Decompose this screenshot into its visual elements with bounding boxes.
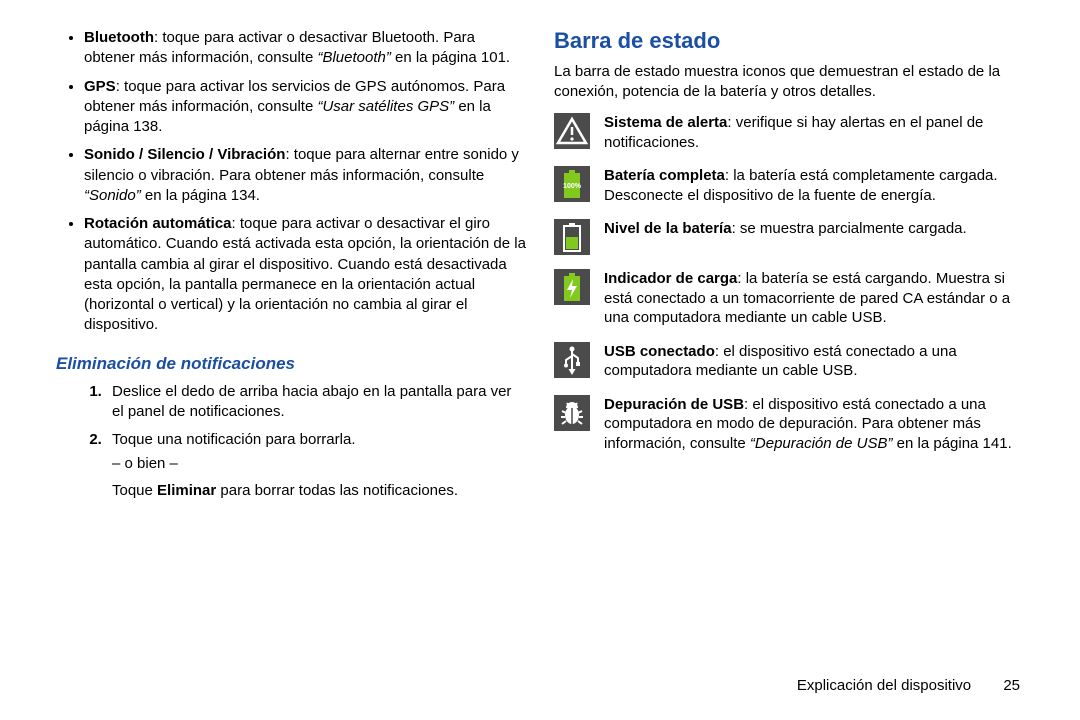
or-divider: – o bien – [112,454,526,474]
right-column: Barra de estado La barra de estado muest… [554,28,1024,509]
step-text: Toque una notificación para borrarla. [112,431,356,448]
svg-text:100%: 100% [563,183,582,190]
bullet-reference: “Usar satélites GPS” [317,98,454,115]
bug-icon [554,395,590,431]
page-footer: Explicación del dispositivo 25 [797,677,1020,694]
status-row-usb-debug: Depuración de USB: el dispositivo está c… [554,395,1024,454]
status-title: Depuración de USB [604,396,744,413]
list-item: Sonido / Silencio / Vibración: toque par… [84,145,526,206]
step-text: Toque [112,482,157,499]
bullet-title: Sonido / Silencio / Vibración [84,146,285,163]
bullet-text: en la página 134. [141,187,260,204]
alert-triangle-icon [554,113,590,149]
status-title: Indicador de carga [604,270,737,287]
step-text: para borrar todas las notificaciones. [216,482,458,499]
bullet-text: : toque para activar o desactivar el gir… [84,215,526,333]
steps-list: Deslice el dedo de arriba hacia abajo en… [56,382,526,501]
status-row-battery-full: 100% Batería completa: la batería está c… [554,166,1024,205]
footer-section-label: Explicación del dispositivo [797,677,971,694]
bullet-reference: “Bluetooth” [317,49,390,66]
list-item: Rotación automática: toque para activar … [84,214,526,336]
step-text: Deslice el dedo de arriba hacia abajo en… [112,383,511,420]
status-text: Depuración de USB: el dispositivo está c… [604,395,1024,454]
status-title: Batería completa [604,167,725,184]
step-text-bold: Eliminar [157,482,216,499]
heading-barra-de-estado: Barra de estado [554,28,1024,54]
settings-bullet-list: Bluetooth : toque para activar o desactiv… [56,28,526,336]
status-row-battery-level: Nivel de la batería: se muestra parcialm… [554,219,1024,255]
footer-page-number: 25 [1003,677,1020,694]
left-column: Bluetooth : toque para activar o desactiv… [56,28,526,509]
usb-icon [554,342,590,378]
status-text: Indicador de carga: la batería se está c… [604,269,1024,328]
bullet-text: en la página 101. [391,49,510,66]
list-item: Bluetooth: toque para activar o desactiv… [84,28,526,69]
status-title: USB conectado [604,343,715,360]
battery-charging-icon [554,269,590,305]
status-text: Sistema de alerta: verifique si hay aler… [604,113,1024,152]
step-item: Deslice el dedo de arriba hacia abajo en… [106,382,526,423]
status-row-alert: Sistema de alerta: verifique si hay aler… [554,113,1024,152]
status-text: USB conectado: el dispositivo está conec… [604,342,1024,381]
status-row-usb: USB conectado: el dispositivo está conec… [554,342,1024,381]
battery-full-icon: 100% [554,166,590,202]
status-text: Batería completa: la batería está comple… [604,166,1024,205]
bullet-reference: “Sonido” [84,187,141,204]
bullet-title: Rotación automática [84,215,232,232]
bullet-title: GPS [84,78,116,95]
manual-page: Bluetooth : toque para activar o desactiv… [0,0,1080,519]
list-item: GPS: toque para activar los servicios de… [84,77,526,138]
status-row-charging: Indicador de carga: la batería se está c… [554,269,1024,328]
lead-paragraph: La barra de estado muestra iconos que de… [554,62,1024,101]
status-text: Nivel de la batería: se muestra parcialm… [604,219,967,239]
status-title: Sistema de alerta [604,114,727,131]
battery-partial-icon [554,219,590,255]
subheading-eliminacion: Eliminación de notificaciones [56,354,526,374]
status-desc: en la página 141. [892,435,1011,452]
status-desc: : se muestra parcialmente cargada. [732,220,967,237]
step-item: Toque una notificación para borrarla. – … [106,430,526,501]
status-title: Nivel de la batería [604,220,732,237]
status-reference: “Depuración de USB” [750,435,893,452]
bullet-title: Bluetooth [84,29,154,46]
